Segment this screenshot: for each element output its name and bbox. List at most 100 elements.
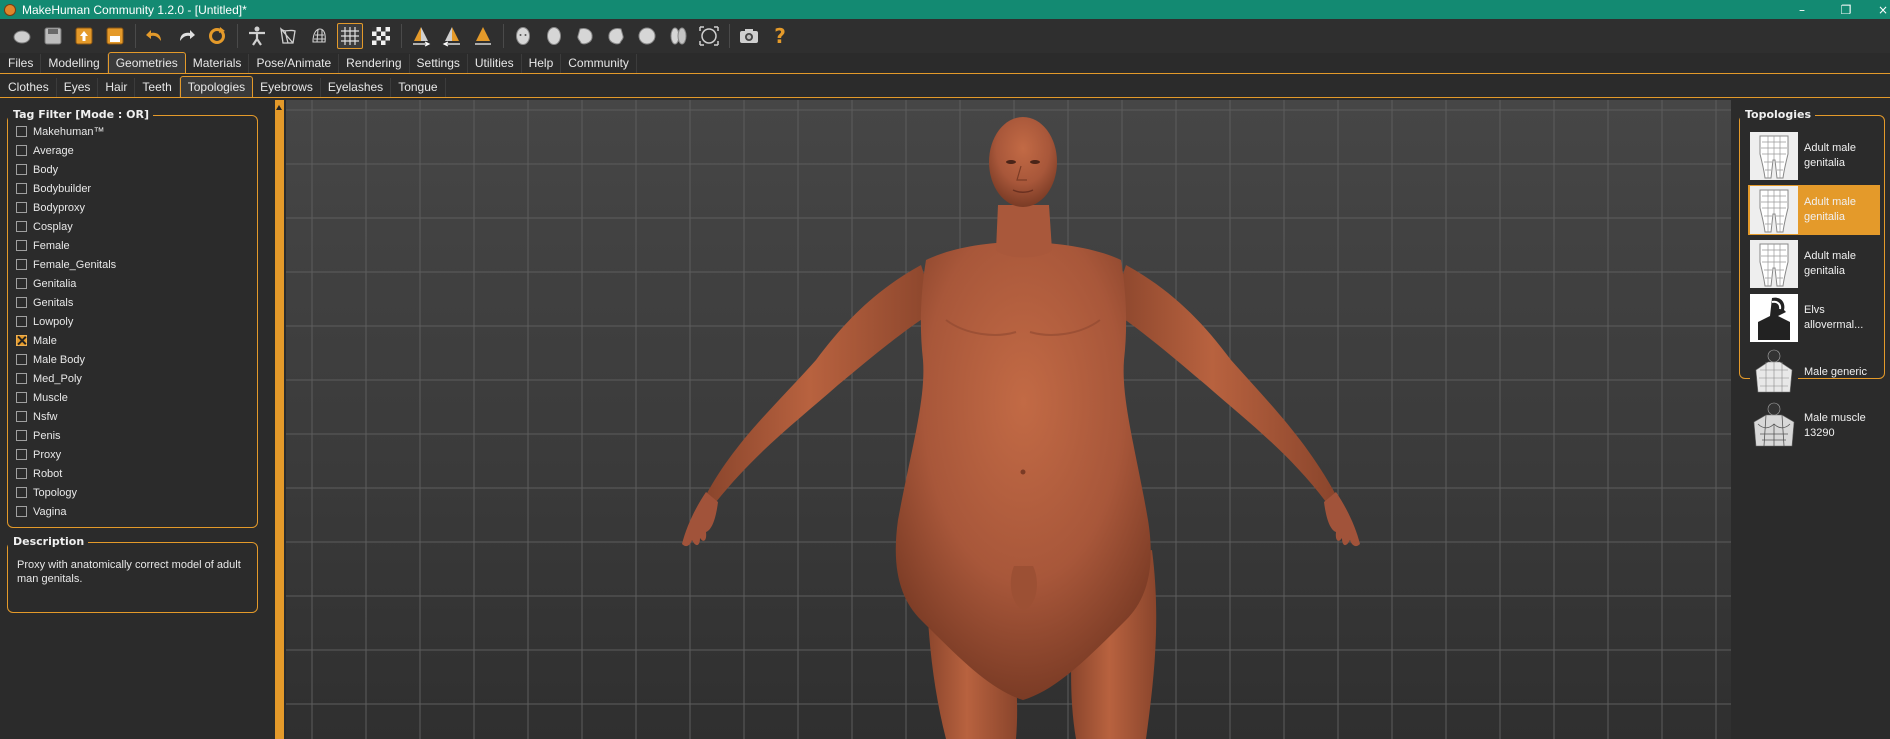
- tab-materials[interactable]: Materials: [186, 54, 250, 73]
- topology-thumbnail: [1750, 294, 1798, 342]
- tag-filter-item[interactable]: Robot: [16, 464, 116, 483]
- tag-checkbox[interactable]: [16, 145, 27, 156]
- close-button[interactable]: ×: [1868, 0, 1890, 19]
- subtab-tongue[interactable]: Tongue: [391, 78, 446, 97]
- tag-checkbox[interactable]: [16, 335, 27, 346]
- tab-community[interactable]: Community: [561, 54, 637, 73]
- wireframe-icon[interactable]: [275, 23, 301, 49]
- tag-filter-item[interactable]: Male: [16, 331, 116, 350]
- tag-checkbox[interactable]: [16, 221, 27, 232]
- topology-item[interactable]: Elvs allovermal...: [1748, 293, 1880, 343]
- tag-filter-item[interactable]: Bodybuilder: [16, 179, 116, 198]
- reset-icon[interactable]: [204, 23, 230, 49]
- undo-icon[interactable]: [142, 23, 168, 49]
- symmetry-left-icon[interactable]: [439, 23, 465, 49]
- subtab-teeth[interactable]: Teeth: [135, 78, 180, 97]
- tag-checkbox[interactable]: [16, 411, 27, 422]
- subtab-eyelashes[interactable]: Eyelashes: [321, 78, 392, 97]
- tag-checkbox[interactable]: [16, 430, 27, 441]
- tag-filter-item[interactable]: Proxy: [16, 445, 116, 464]
- subtab-clothes[interactable]: Clothes: [1, 78, 57, 97]
- tab-help[interactable]: Help: [522, 54, 562, 73]
- reset-camera-icon[interactable]: [696, 23, 722, 49]
- tag-filter-item[interactable]: Muscle: [16, 388, 116, 407]
- screenshot-icon[interactable]: [736, 23, 762, 49]
- subtab-eyebrows[interactable]: Eyebrows: [253, 78, 321, 97]
- tab-pose-animate[interactable]: Pose/Animate: [249, 54, 340, 73]
- tag-checkbox[interactable]: [16, 354, 27, 365]
- subtab-topologies[interactable]: Topologies: [179, 76, 254, 97]
- symmetry-right-icon[interactable]: [408, 23, 434, 49]
- tag-filter-item[interactable]: Genitals: [16, 293, 116, 312]
- tab-utilities[interactable]: Utilities: [468, 54, 522, 73]
- new-icon[interactable]: [9, 23, 35, 49]
- top-view-icon[interactable]: [634, 23, 660, 49]
- minimize-button[interactable]: –: [1780, 0, 1824, 19]
- topologies-group: Topologies Adult male genitalia Adult mal…: [1739, 108, 1885, 450]
- tag-checkbox[interactable]: [16, 297, 27, 308]
- collapse-arrow-icon[interactable]: [276, 105, 282, 110]
- tag-filter-item[interactable]: Female: [16, 236, 116, 255]
- tag-checkbox[interactable]: [16, 449, 27, 460]
- tag-filter-item[interactable]: Topology: [16, 483, 116, 502]
- tag-checkbox[interactable]: [16, 506, 27, 517]
- tag-filter-item[interactable]: Male Body: [16, 350, 116, 369]
- tag-filter-item[interactable]: Nsfw: [16, 407, 116, 426]
- tag-filter-item[interactable]: Vagina: [16, 502, 116, 521]
- tag-checkbox[interactable]: [16, 126, 27, 137]
- tag-filter-item[interactable]: Cosplay: [16, 217, 116, 236]
- subtab-eyes[interactable]: Eyes: [57, 78, 99, 97]
- export-icon[interactable]: [71, 23, 97, 49]
- topology-item[interactable]: Male muscle 13290: [1748, 401, 1880, 451]
- tag-filter-item[interactable]: Bodyproxy: [16, 198, 116, 217]
- subtab-hair[interactable]: Hair: [98, 78, 136, 97]
- tag-filter-item[interactable]: Female_Genitals: [16, 255, 116, 274]
- tag-filter-item[interactable]: Genitalia: [16, 274, 116, 293]
- help-icon[interactable]: ?: [767, 23, 793, 49]
- tag-filter-item[interactable]: Lowpoly: [16, 312, 116, 331]
- save-icon[interactable]: [40, 23, 66, 49]
- tag-checkbox[interactable]: [16, 259, 27, 270]
- restore-button[interactable]: ❐: [1824, 0, 1868, 19]
- tag-checkbox[interactable]: [16, 164, 27, 175]
- tag-checkbox[interactable]: [16, 487, 27, 498]
- tab-settings[interactable]: Settings: [410, 54, 468, 73]
- pose-icon[interactable]: [244, 23, 270, 49]
- tab-rendering[interactable]: Rendering: [339, 54, 410, 73]
- redo-icon[interactable]: [173, 23, 199, 49]
- left-view-icon[interactable]: [572, 23, 598, 49]
- topology-item[interactable]: Adult male genitalia: [1748, 185, 1880, 235]
- tag-checkbox[interactable]: [16, 392, 27, 403]
- topology-item[interactable]: Adult male genitalia: [1748, 131, 1880, 181]
- 3d-viewport[interactable]: [286, 100, 1731, 739]
- tag-checkbox[interactable]: [16, 278, 27, 289]
- right-view-icon[interactable]: [603, 23, 629, 49]
- human-model[interactable]: [286, 100, 1731, 739]
- tag-filter-item[interactable]: Body: [16, 160, 116, 179]
- tag-filter-item[interactable]: Average: [16, 141, 116, 160]
- panel-splitter[interactable]: [275, 100, 284, 739]
- tag-checkbox[interactable]: [16, 183, 27, 194]
- topology-item[interactable]: Adult male genitalia: [1748, 239, 1880, 289]
- load-icon[interactable]: [102, 23, 128, 49]
- symmetry-icon[interactable]: [470, 23, 496, 49]
- smooth-icon[interactable]: [306, 23, 332, 49]
- topology-item[interactable]: Male generic: [1748, 347, 1880, 397]
- tag-checkbox[interactable]: [16, 373, 27, 384]
- tag-filter-item[interactable]: Makehuman™: [16, 122, 116, 141]
- tag-checkbox[interactable]: [16, 202, 27, 213]
- tab-files[interactable]: Files: [1, 54, 42, 73]
- tag-filter-item[interactable]: Med_Poly: [16, 369, 116, 388]
- description-text: Proxy with anatomically correct model of…: [17, 559, 241, 585]
- bottom-view-icon[interactable]: [665, 23, 691, 49]
- tab-geometries[interactable]: Geometries: [107, 52, 186, 73]
- back-view-icon[interactable]: [541, 23, 567, 49]
- grid-icon[interactable]: [337, 23, 363, 49]
- tab-modelling[interactable]: Modelling: [41, 54, 108, 73]
- tag-filter-item[interactable]: Penis: [16, 426, 116, 445]
- checker-icon[interactable]: [368, 23, 394, 49]
- front-view-icon[interactable]: [510, 23, 536, 49]
- tag-checkbox[interactable]: [16, 468, 27, 479]
- tag-checkbox[interactable]: [16, 240, 27, 251]
- tag-checkbox[interactable]: [16, 316, 27, 327]
